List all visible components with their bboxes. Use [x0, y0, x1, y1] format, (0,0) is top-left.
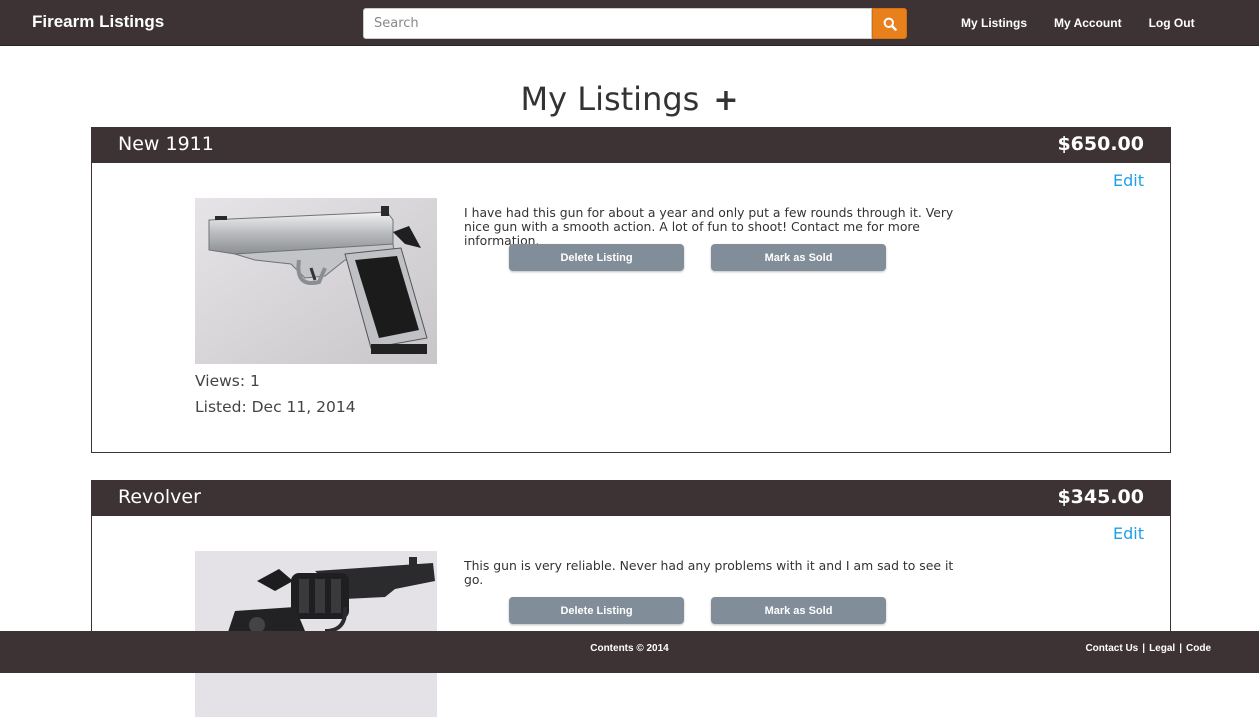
listing-header: Revolver $345.00	[92, 481, 1170, 516]
listing-photo[interactable]	[195, 198, 437, 364]
listing-title: Revolver	[118, 486, 201, 508]
add-listing-button[interactable]: +	[713, 83, 738, 118]
listing-header: New 1911 $650.00	[92, 128, 1170, 163]
footer-separator: |	[1142, 643, 1146, 654]
footer-copyright: Contents © 2014	[590, 643, 669, 654]
edit-link[interactable]: Edit	[1113, 171, 1144, 190]
footer-contact-us-link[interactable]: Contact Us	[1085, 643, 1138, 654]
footer-links: Contact Us | Legal | Code	[1085, 643, 1211, 654]
footer-separator: |	[1179, 643, 1182, 654]
delete-listing-button[interactable]: Delete Listing	[509, 244, 684, 271]
top-navbar: Firearm Listings My Listings My Account …	[0, 0, 1259, 46]
listing-description: I have had this gun for about a year and…	[464, 205, 954, 248]
nav-my-account[interactable]: My Account	[1054, 16, 1122, 30]
listing-card: New 1911 $650.00 Edit I have had this gu…	[91, 127, 1171, 453]
nav-my-listings[interactable]: My Listings	[961, 16, 1027, 30]
search-bar	[363, 8, 907, 39]
mark-as-sold-button[interactable]: Mark as Sold	[711, 244, 886, 271]
listing-description: This gun is very reliable. Never had any…	[464, 558, 954, 587]
edit-link[interactable]: Edit	[1113, 524, 1144, 543]
delete-listing-button[interactable]: Delete Listing	[509, 597, 684, 624]
footer: Contents © 2014 Contact Us | Legal | Code	[0, 631, 1259, 673]
footer-legal-link[interactable]: Legal	[1149, 643, 1175, 654]
search-button[interactable]	[872, 8, 907, 39]
mark-as-sold-button[interactable]: Mark as Sold	[711, 597, 886, 624]
nav-links: My Listings My Account Log Out	[961, 16, 1195, 30]
views-count: Views: 1	[195, 372, 260, 390]
pistol-image	[195, 198, 437, 364]
listed-date: Listed: Dec 11, 2014	[195, 398, 356, 416]
page-title-text: My Listings	[520, 80, 700, 118]
search-icon	[883, 17, 897, 31]
listing-title: New 1911	[118, 133, 214, 155]
listing-card: Revolver $345.00 Edit This gun is very r…	[91, 480, 1171, 717]
listing-price: $650.00	[1057, 133, 1144, 155]
page-title: My Listings +	[0, 80, 1259, 118]
search-input[interactable]	[363, 8, 872, 39]
nav-log-out[interactable]: Log Out	[1149, 16, 1195, 30]
brand-title[interactable]: Firearm Listings	[32, 12, 164, 32]
listing-price: $345.00	[1057, 486, 1144, 508]
footer-code-link[interactable]: Code	[1186, 643, 1211, 654]
